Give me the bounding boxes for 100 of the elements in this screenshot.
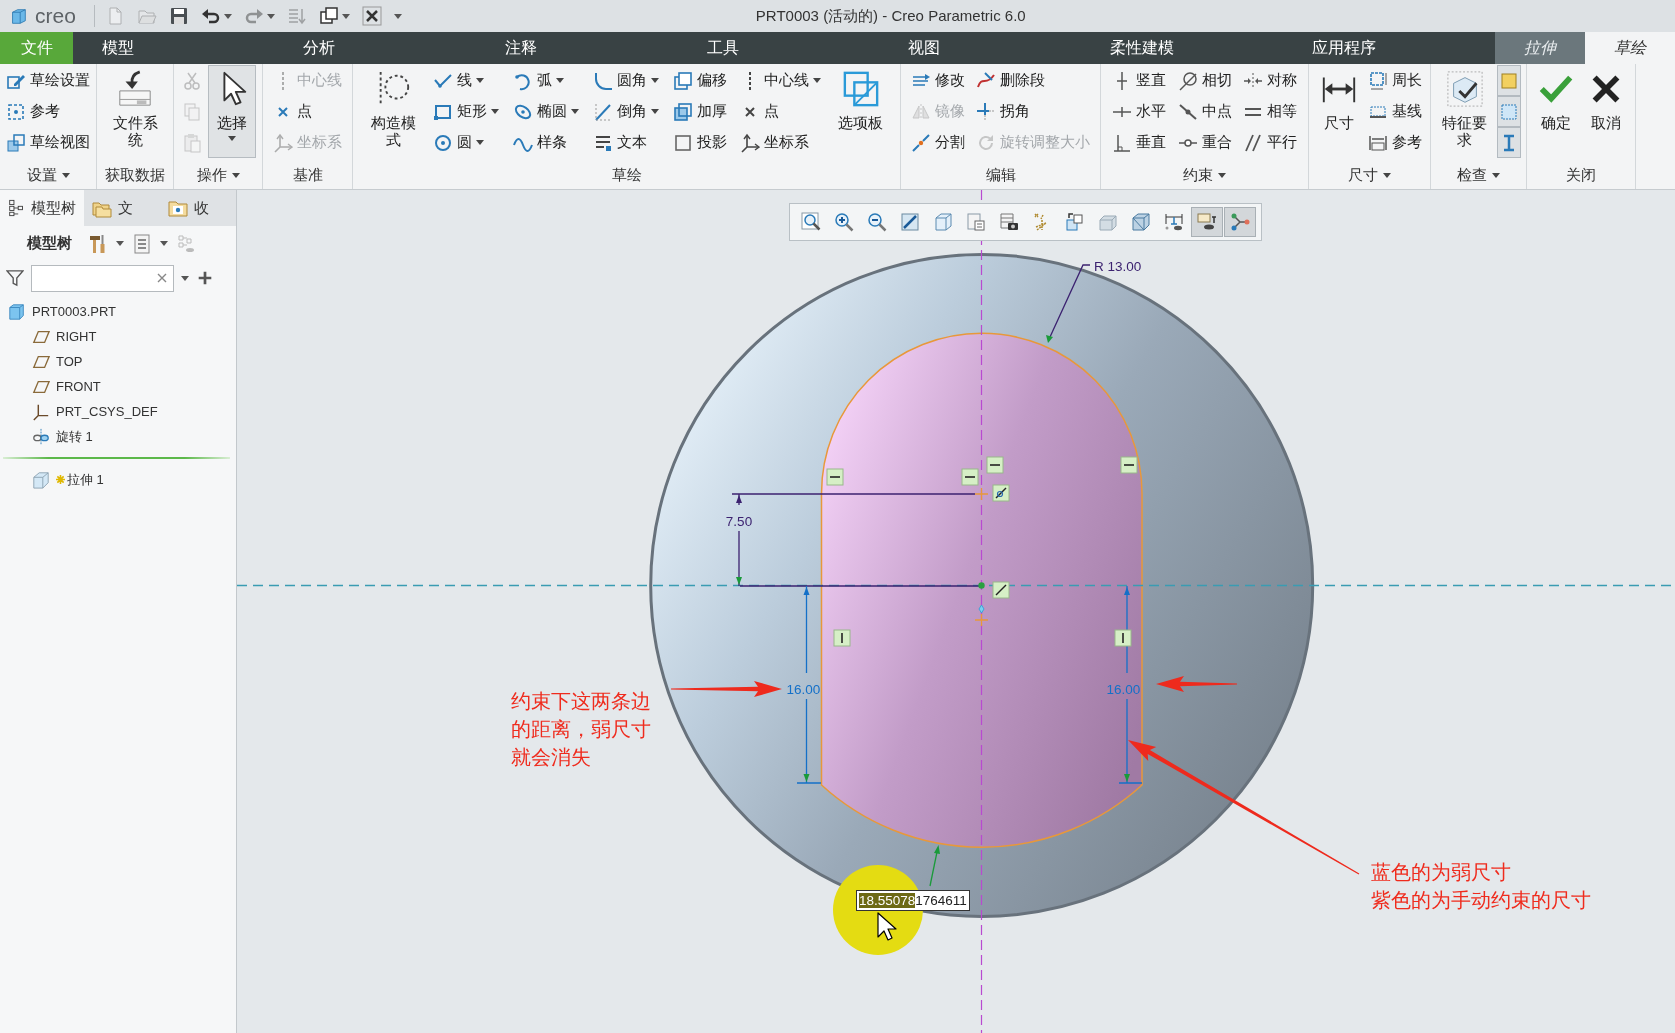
revolve-icon [32, 427, 50, 446]
group-menu-button[interactable]: 尺寸 [1346, 165, 1393, 185]
ribbon-button[interactable]: 椭圆 [510, 96, 581, 127]
ribbon-button[interactable]: 样条 [510, 127, 581, 158]
group-menu-button[interactable]: 检查 [1455, 165, 1502, 185]
ribbon-tab[interactable]: 分析 [274, 32, 477, 64]
caret-icon [476, 78, 485, 83]
panel-tab[interactable]: 模型树 [0, 190, 84, 226]
ribbon-tab[interactable]: 注释 [476, 32, 679, 64]
ribbon-large-button[interactable]: 构造模式 [364, 65, 422, 158]
ribbon-button[interactable]: 投影 [670, 127, 729, 158]
clear-icon[interactable] [157, 273, 167, 283]
ribbon-button[interactable]: 删除段 [973, 65, 1092, 96]
ribbon-button[interactable]: 相切 [1175, 65, 1234, 96]
add-icon[interactable] [196, 269, 214, 287]
caret-icon [231, 172, 240, 178]
dimension-value[interactable]: R 13.00 [1094, 259, 1142, 274]
ribbon-button[interactable]: 点 [738, 96, 824, 127]
ribbon-button[interactable]: 平行 [1240, 127, 1299, 158]
ribbon-tab[interactable]: 草绘 [1585, 32, 1675, 64]
ribbon-button[interactable]: 基线 [1366, 96, 1425, 127]
tree-item[interactable]: TOP [0, 349, 236, 374]
ribbon-tab[interactable]: 应用程序 [1283, 32, 1486, 64]
ribbon-button[interactable]: 加厚 [670, 96, 729, 127]
caret-icon[interactable] [181, 275, 189, 281]
ribbon-button[interactable]: 中心线 [738, 65, 824, 96]
ribbon-button[interactable]: 线 [431, 65, 502, 96]
ribbon-button[interactable]: 水平 [1110, 96, 1169, 127]
ribbon-button[interactable]: 相等 [1240, 96, 1299, 127]
group-menu-button[interactable]: 操作 [194, 165, 242, 185]
horizontal-constraint-icon [1120, 456, 1138, 474]
ribbon-large-button[interactable]: 特征要求 [1436, 65, 1493, 158]
ribbon-tab[interactable]: 拉伸 [1495, 32, 1586, 64]
ribbon-button[interactable]: 修改 [909, 65, 968, 96]
nodes-icon [1230, 212, 1250, 232]
group-menu-button[interactable]: 设置 [24, 165, 72, 185]
save-icon [168, 6, 189, 26]
ribbon-button[interactable]: 弧 [510, 65, 581, 96]
ribbon-button[interactable] [1496, 127, 1521, 158]
ribbon-large-button[interactable]: 确定 [1531, 65, 1580, 158]
ribbon-tab[interactable]: 视图 [879, 32, 1082, 64]
ribbon-button[interactable]: 周长 [1366, 65, 1425, 96]
circle-icon [433, 132, 454, 153]
ribbon-button[interactable] [1496, 96, 1521, 127]
tree-item[interactable]: RIGHT [0, 324, 236, 349]
ribbon-large-button[interactable]: 取消 [1582, 65, 1631, 158]
ribbon-button[interactable]: 圆 [431, 127, 502, 158]
ribbon-button[interactable]: 竖直 [1110, 65, 1169, 96]
copy-icon [182, 101, 202, 122]
ribbon-button[interactable]: 对称 [1240, 65, 1299, 96]
caret-icon[interactable] [116, 241, 124, 246]
ribbon-button[interactable]: 坐标系 [738, 127, 824, 158]
ribbon-button[interactable]: 垂直 [1110, 127, 1169, 158]
zoom-fit-icon [801, 212, 821, 232]
tree-item[interactable]: PRT0003.PRT [0, 299, 236, 324]
caret-icon[interactable] [160, 241, 168, 246]
ribbon-large-button[interactable]: 尺寸 [1314, 65, 1363, 158]
ribbon-button[interactable]: 参考 [1366, 127, 1425, 158]
ribbon-button[interactable]: 文本 [590, 127, 661, 158]
group-menu-button[interactable]: 约束 [1181, 165, 1228, 185]
list-icon[interactable] [132, 232, 152, 255]
ribbon-tab[interactable]: 模型 [73, 32, 275, 64]
search-field[interactable] [31, 264, 174, 292]
ribbon-button[interactable]: 分割 [909, 127, 968, 158]
palette-squares-icon [841, 70, 880, 108]
tree-item[interactable]: PRT_CSYS_DEF [0, 399, 236, 424]
dimension-input-field[interactable]: 18.550781764611 [856, 890, 970, 911]
caret-icon [650, 78, 659, 83]
ribbon-button[interactable]: 圆角 [590, 65, 661, 96]
ribbon-tab[interactable]: 柔性建模 [1081, 32, 1284, 64]
parallel-icon [1242, 132, 1263, 153]
tree-item[interactable]: 旋转 1 [0, 424, 236, 449]
caret-icon [476, 140, 485, 145]
vertical-constraint-icon [1114, 629, 1132, 647]
caret-icon [1383, 172, 1391, 178]
ribbon-button[interactable]: 倒角 [590, 96, 661, 127]
ribbon-button[interactable]: 拐角 [973, 96, 1092, 127]
ribbon-button[interactable]: 重合 [1175, 127, 1234, 158]
undo-icon [200, 6, 221, 26]
ribbon-button[interactable]: 矩形 [431, 96, 502, 127]
mirrored-triangles-icon [911, 101, 932, 122]
filter-icon[interactable] [6, 269, 24, 287]
ribbon-button[interactable]: 偏移 [670, 65, 729, 96]
ribbon-button[interactable] [1496, 65, 1521, 96]
ribbon-button[interactable]: 草绘视图 [4, 127, 92, 158]
view-toolbar-button[interactable] [1191, 207, 1223, 237]
ribbon-large-button[interactable]: 选择 [208, 65, 256, 158]
list-arrow-icon [286, 6, 307, 26]
window-title: PRT0003 (活动的) - Creo Parametric 6.0 [755, 6, 1026, 26]
dimension-value[interactable]: 7.50 [725, 514, 753, 529]
ribbon-large-button[interactable]: 选项板 [833, 65, 889, 158]
ribbon-tab[interactable]: 工具 [678, 32, 880, 64]
ribbon-button[interactable]: 草绘设置 [4, 65, 92, 96]
ribbon-button[interactable]: 中点 [1175, 96, 1234, 127]
tree-item[interactable]: 拉伸 1 [0, 467, 236, 492]
settings-icon[interactable] [88, 232, 108, 255]
ribbon-large-button[interactable]: 文件系统 [106, 65, 164, 158]
ribbon-button[interactable]: 参考 [4, 96, 92, 127]
ribbon-button[interactable]: 点 [271, 96, 344, 127]
tree-item[interactable]: FRONT [0, 374, 236, 399]
